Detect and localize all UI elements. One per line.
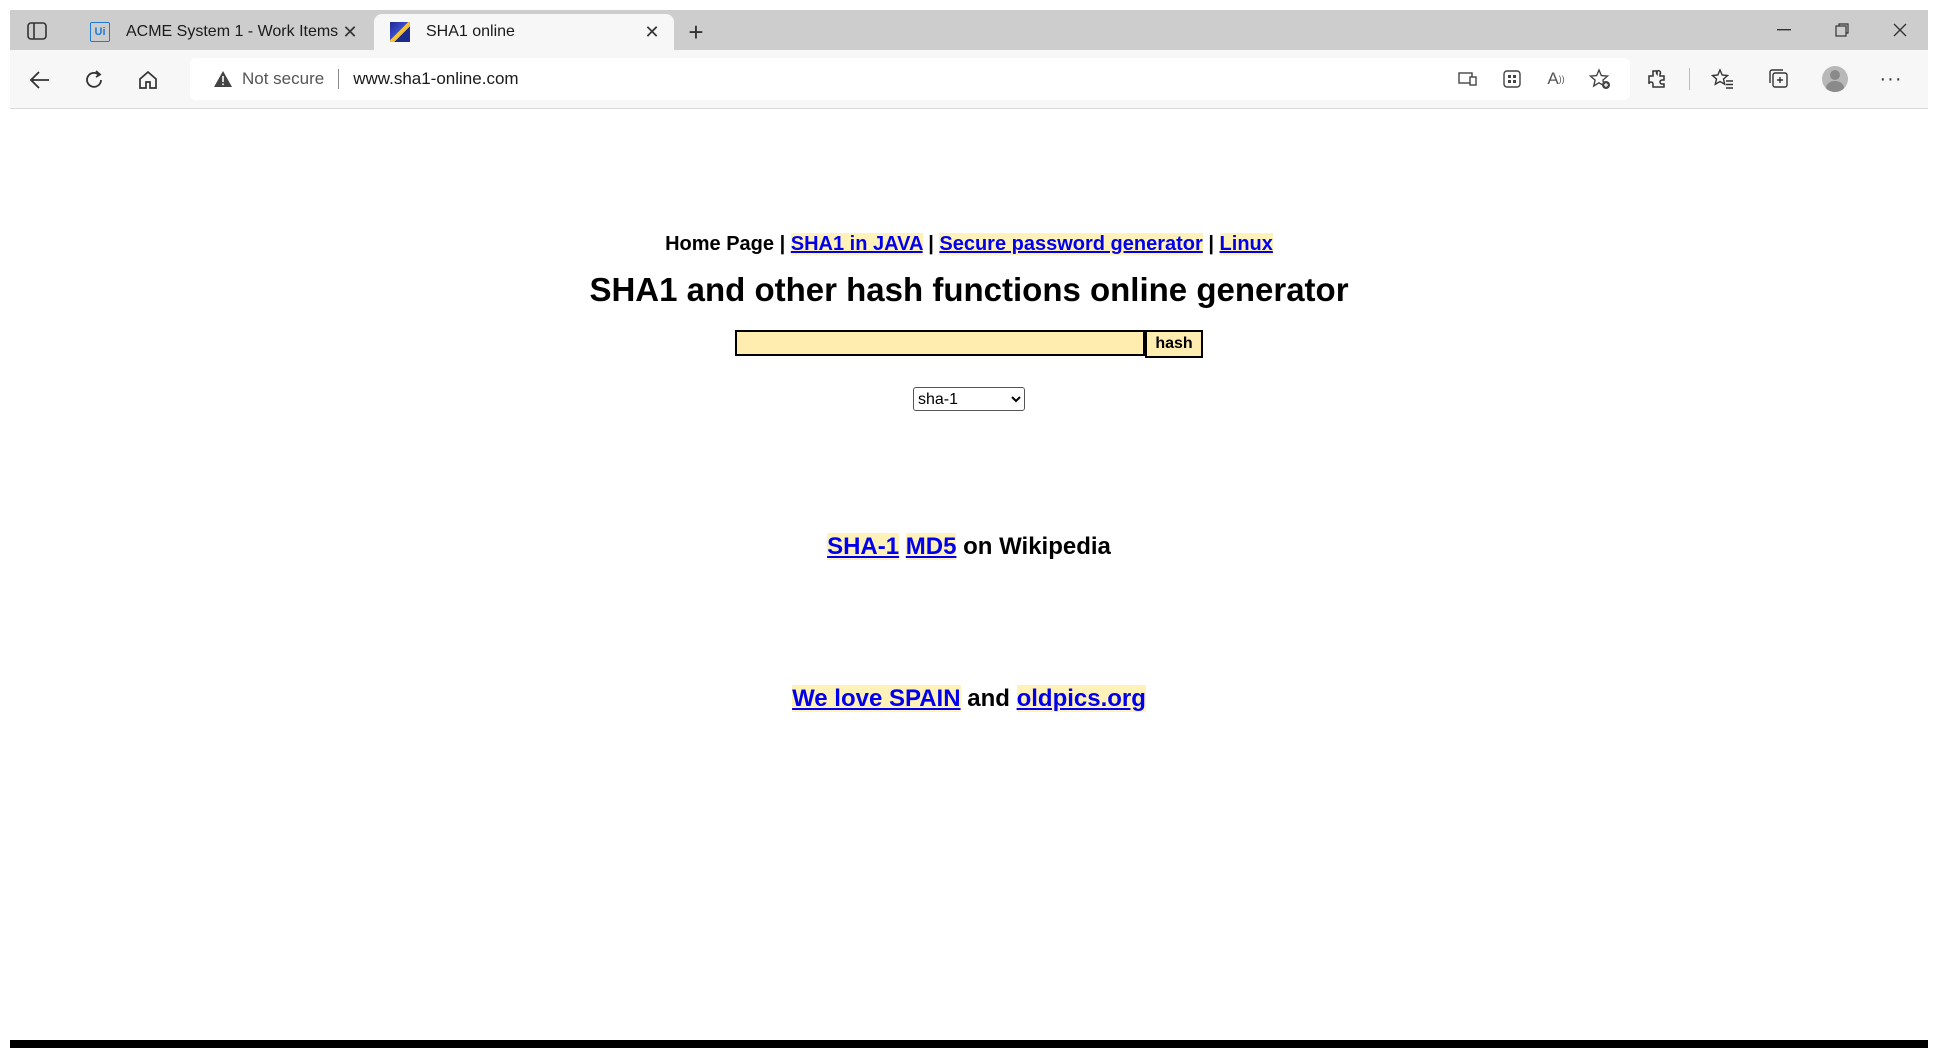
minimize-icon[interactable] <box>1756 10 1812 50</box>
tab-actions-icon[interactable] <box>22 18 52 44</box>
top-nav: Home Page | SHA1 in JAVA | Secure passwo… <box>10 233 1928 256</box>
tab-bar: Ui ACME System 1 - Work Items ✕ SHA1 onl… <box>10 10 1928 50</box>
oldpics-link[interactable]: oldpics.org <box>1016 685 1146 712</box>
app-available-icon[interactable] <box>1450 63 1486 95</box>
home-icon[interactable] <box>132 64 164 96</box>
address-divider <box>338 69 340 89</box>
url-text[interactable]: www.sha1-online.com <box>353 69 518 89</box>
nav-link-sha1-java[interactable]: SHA1 in JAVA <box>790 233 923 255</box>
footer-links: We love SPAIN and oldpics.org <box>10 685 1928 713</box>
warning-triangle-icon[interactable] <box>212 68 234 90</box>
add-favorite-star-icon[interactable] <box>1582 63 1618 95</box>
hash-text-input[interactable] <box>735 330 1145 356</box>
algorithm-row: sha-1 <box>10 387 1928 411</box>
back-arrow-icon[interactable] <box>24 64 56 96</box>
tab-title: SHA1 online <box>426 23 515 40</box>
new-tab-button[interactable]: + <box>682 17 710 47</box>
avatar <box>1822 66 1848 92</box>
nav-link-linux[interactable]: Linux <box>1219 233 1273 255</box>
favorites-icon[interactable] <box>1700 63 1746 95</box>
close-window-icon[interactable] <box>1872 10 1928 50</box>
tab-sha1-online[interactable]: SHA1 online ✕ <box>374 14 674 50</box>
nav-link-password-generator[interactable]: Secure password generator <box>939 233 1203 255</box>
nav-separator: | <box>779 233 786 255</box>
we-love-spain-link[interactable]: We love SPAIN <box>792 685 961 712</box>
web-page: Home Page | SHA1 in JAVA | Secure passwo… <box>10 109 1928 1044</box>
extensions-puzzle-icon[interactable] <box>1633 63 1679 95</box>
tab-title: ACME System 1 - Work Items <box>126 23 338 40</box>
page-title: SHA1 and other hash functions online gen… <box>589 271 1349 308</box>
footer-conjunction: and <box>967 685 1010 712</box>
uipath-favicon-icon: Ui <box>90 22 110 42</box>
hash-form: hash <box>10 330 1928 358</box>
profile-avatar-icon[interactable] <box>1812 63 1858 95</box>
close-tab-icon[interactable]: ✕ <box>640 20 664 44</box>
browser-toolbar: Not secure www.sha1-online.com A)) ··· <box>10 50 1928 109</box>
bottom-black-bar <box>10 1040 1928 1048</box>
immersive-reader-grid-icon[interactable] <box>1494 63 1530 95</box>
wikipedia-links: SHA-1 MD5 on Wikipedia <box>10 533 1928 561</box>
security-status-label[interactable]: Not secure <box>242 69 324 89</box>
read-aloud-icon[interactable]: A)) <box>1538 63 1574 95</box>
address-bar[interactable]: Not secure www.sha1-online.com A)) <box>190 58 1630 100</box>
nav-separator: | <box>928 233 934 255</box>
md5-wikipedia-link[interactable]: MD5 <box>905 533 957 560</box>
hash-button[interactable]: hash <box>1145 330 1203 358</box>
collections-icon[interactable] <box>1756 63 1802 95</box>
sha1-site-favicon-icon <box>390 22 410 42</box>
refresh-icon[interactable] <box>78 64 110 96</box>
algorithm-select[interactable]: sha-1 <box>913 387 1025 411</box>
toolbar-divider <box>1689 68 1690 90</box>
wikipedia-suffix: on Wikipedia <box>963 533 1111 560</box>
browser-right-tools: ··· <box>1633 63 1914 95</box>
address-bar-actions: A)) <box>1450 63 1618 95</box>
browser-window: Ui ACME System 1 - Work Items ✕ SHA1 onl… <box>10 10 1928 1048</box>
sha1-wikipedia-link[interactable]: SHA-1 <box>827 533 900 560</box>
nav-separator: | <box>1208 233 1214 255</box>
tab-acme-work-items[interactable]: Ui ACME System 1 - Work Items ✕ <box>74 14 372 50</box>
more-options-icon[interactable]: ··· <box>1868 63 1914 95</box>
desktop-edge <box>0 0 10 1048</box>
close-tab-icon[interactable]: ✕ <box>338 20 362 44</box>
restore-icon[interactable] <box>1814 10 1870 50</box>
nav-home-label: Home Page <box>665 233 775 255</box>
